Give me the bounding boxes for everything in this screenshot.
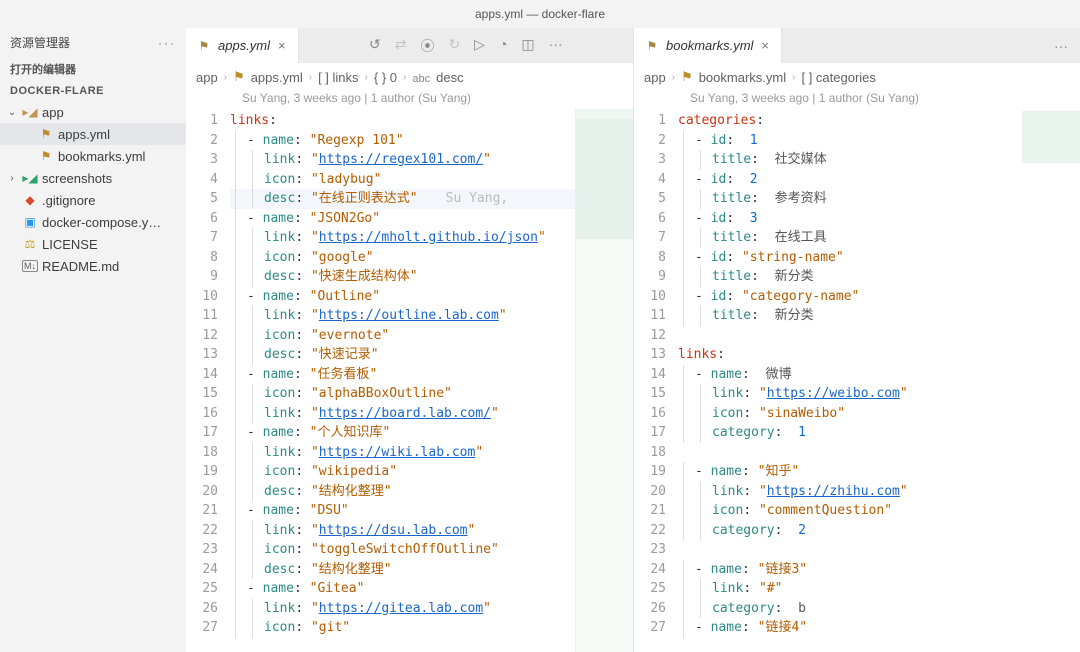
yml-icon: ⚑ (196, 38, 212, 54)
window-title: apps.yml — docker-flare (0, 0, 1080, 28)
editor-actions-right: ··· (782, 38, 1080, 54)
more-icon[interactable]: ··· (158, 36, 176, 50)
tree-item-label: docker-compose.y… (42, 215, 161, 230)
breadcrumb-segment[interactable]: apps.yml (251, 70, 303, 85)
gitlens-annotation: Su Yang, 3 weeks ago | 1 author (Su Yang… (634, 91, 1080, 109)
history-icon[interactable]: ↺ (369, 36, 381, 56)
file-tree: ⌄ ▸◢ app ⚑ apps.yml ⚑ bookmarks.yml › ▸◢ screensh… (0, 101, 186, 652)
breadcrumb-segment[interactable]: bookmarks.yml (699, 70, 786, 85)
code-editor-right[interactable]: categories:- id: 1title: 社交媒体- id: 2titl… (678, 109, 1022, 652)
folder-screenshots[interactable]: › ▸◢ screenshots (0, 167, 186, 189)
file-README.md[interactable]: M↓ README.md (0, 255, 186, 277)
tree-item-label: .gitignore (42, 193, 95, 208)
yml-icon: ⚑ (644, 38, 660, 54)
editor-pane-left: ⚑ apps.yml × ↺ ⇄ ⦿ ↻ ▷ ◔ ◫ ··· app›⚑apps… (186, 28, 634, 652)
folder-icon: ▸◢ (22, 104, 38, 120)
branch-icon[interactable]: ⦿ (420, 36, 434, 56)
gutter: 1234567891011121314151617181920212223242… (186, 109, 230, 652)
explorer-title: 资源管理器 (10, 34, 70, 51)
compare-icon[interactable]: ⇄ (395, 36, 407, 56)
run-icon[interactable]: ▷ (474, 36, 485, 56)
file-icon: M↓ (22, 258, 38, 274)
tree-item-label: bookmarks.yml (58, 149, 145, 164)
breadcrumb-segment[interactable]: app (644, 70, 666, 85)
folder-app[interactable]: ⌄ ▸◢ app (0, 101, 186, 123)
breadcrumb-segment[interactable]: [ ] links (318, 70, 358, 85)
file-icon: ⚑ (38, 148, 54, 164)
yml-icon: ⚑ (681, 69, 693, 85)
breadcrumb-segment[interactable]: { } 0 (374, 70, 397, 85)
breadcrumb-segment[interactable]: [ ] categories (801, 70, 875, 85)
file-apps.yml[interactable]: ⚑ apps.yml (0, 123, 186, 145)
breadcrumb-right[interactable]: app›⚑bookmarks.yml›[ ] categories (634, 63, 1080, 91)
tab-label: bookmarks.yml (666, 38, 753, 53)
file-icon: ⚖ (22, 236, 38, 252)
refresh-icon[interactable]: ↻ (448, 36, 460, 56)
timer-icon[interactable]: ◔ (499, 36, 507, 56)
chevron-icon: › (6, 173, 18, 184)
tree-item-label: LICENSE (42, 237, 98, 252)
more-icon[interactable]: ··· (549, 36, 563, 56)
minimap[interactable] (1022, 111, 1080, 163)
editor-actions-left: ↺ ⇄ ⦿ ↻ ▷ ◔ ◫ ··· (299, 36, 633, 56)
tree-item-label: screenshots (42, 171, 112, 186)
file-icon: ▣ (22, 214, 38, 230)
file-docker-compose.y…[interactable]: ▣ docker-compose.y… (0, 211, 186, 233)
file-bookmarks.yml[interactable]: ⚑ bookmarks.yml (0, 145, 186, 167)
symbol-string-icon: abc (412, 70, 430, 85)
breadcrumb-segment[interactable]: app (196, 70, 218, 85)
gitlens-annotation: Su Yang, 3 weeks ago | 1 author (Su Yang… (186, 91, 633, 109)
folder-icon: ▸◢ (22, 170, 38, 186)
file-icon: ◆ (22, 192, 38, 208)
code-editor-left[interactable]: links:- name: "Regexp 101"link: "https:/… (230, 109, 575, 652)
close-icon[interactable]: × (276, 38, 288, 53)
folder-root[interactable]: DOCKER-FLARE (0, 81, 186, 101)
split-icon[interactable]: ◫ (521, 36, 534, 56)
tab-apps-yml[interactable]: ⚑ apps.yml × (186, 28, 299, 63)
file-.gitignore[interactable]: ◆ .gitignore (0, 189, 186, 211)
open-editors-header[interactable]: 打开的编辑器 (0, 57, 186, 81)
breadcrumb-left[interactable]: app›⚑apps.yml›[ ] links›{ } 0›abcdesc (186, 63, 633, 91)
explorer-sidebar: 资源管理器 ··· 打开的编辑器 DOCKER-FLARE ⌄ ▸◢ app ⚑ app… (0, 28, 186, 652)
minimap[interactable] (575, 109, 633, 652)
chevron-icon: ⌄ (6, 107, 18, 118)
gutter: 1234567891011121314151617181920212223242… (634, 109, 678, 652)
tab-bookmarks-yml[interactable]: ⚑ bookmarks.yml × (634, 28, 782, 63)
yml-icon: ⚑ (233, 69, 245, 85)
tree-item-label: app (42, 105, 64, 120)
breadcrumb-segment[interactable]: desc (436, 70, 463, 85)
tab-row-right: ⚑ bookmarks.yml × ··· (634, 28, 1080, 63)
more-icon[interactable]: ··· (1054, 38, 1068, 54)
tab-row-left: ⚑ apps.yml × ↺ ⇄ ⦿ ↻ ▷ ◔ ◫ ··· (186, 28, 633, 63)
tree-item-label: apps.yml (58, 127, 110, 142)
file-LICENSE[interactable]: ⚖ LICENSE (0, 233, 186, 255)
tab-label: apps.yml (218, 38, 270, 53)
tree-item-label: README.md (42, 259, 119, 274)
file-icon: ⚑ (38, 126, 54, 142)
editor-pane-right: ⚑ bookmarks.yml × ··· app›⚑bookmarks.yml… (634, 28, 1080, 652)
close-icon[interactable]: × (759, 38, 771, 53)
